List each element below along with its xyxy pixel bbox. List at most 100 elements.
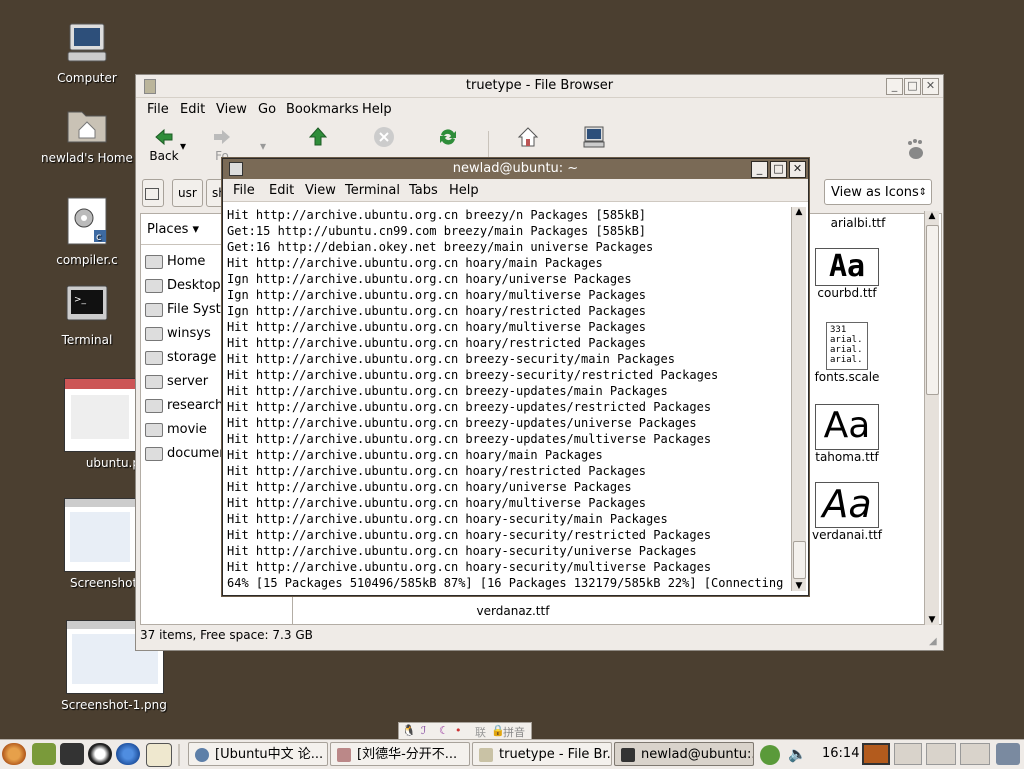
- menu-file[interactable]: File: [233, 183, 255, 198]
- terminal-line: Hit http://archive.ubuntu.org.cn hoary/m…: [227, 496, 647, 510]
- desktop-icon-terminal[interactable]: >_ Terminal: [32, 284, 142, 347]
- place-research[interactable]: research: [145, 398, 223, 413]
- view-as-select[interactable]: View as Icons ⇕: [824, 179, 932, 205]
- c-source-file-icon: c: [32, 196, 142, 249]
- file-item[interactable]: verdanaz.ttf: [473, 604, 553, 618]
- taskbar-item-file-browser[interactable]: truetype - File Br...: [472, 742, 612, 766]
- scrollbar-thumb[interactable]: [926, 225, 939, 395]
- desktop-icon-computer[interactable]: Computer: [32, 22, 142, 85]
- terminal-title: newlad@ubuntu: ~: [452, 161, 579, 176]
- up-button[interactable]: [306, 125, 330, 149]
- menu-go[interactable]: Go: [258, 102, 276, 117]
- penguin-icon[interactable]: 🐧: [402, 724, 416, 737]
- terminal-line: Ign http://archive.ubuntu.org.cn hoary/u…: [227, 272, 632, 286]
- terminal-scrollbar[interactable]: ▲ ▼: [791, 207, 806, 591]
- menu-edit[interactable]: Edit: [180, 102, 205, 117]
- file-item[interactable]: Aa verdanai.ttf: [797, 482, 897, 542]
- file-item[interactable]: arialbi.ttf: [803, 216, 913, 230]
- menu-bookmarks[interactable]: Bookmarks: [286, 102, 359, 117]
- place-server[interactable]: server: [145, 374, 208, 389]
- icon-view-scrollbar[interactable]: ▲ ▼: [924, 211, 939, 625]
- window-titlebar[interactable]: truetype - File Browser _ □ ✕: [136, 75, 943, 98]
- place-home[interactable]: Home: [145, 254, 205, 269]
- bottom-panel: [Ubuntu中文 论... [刘德华-分开不... truetype - Fi…: [0, 739, 1024, 769]
- update-notifier-icon[interactable]: [760, 745, 780, 765]
- places-dropdown[interactable]: Places ▾: [147, 222, 199, 237]
- menu-terminal[interactable]: Terminal: [345, 183, 400, 198]
- terminal-line: Hit http://archive.ubuntu.org.cn breezy-…: [227, 384, 668, 398]
- place-movie[interactable]: movie: [145, 422, 207, 437]
- terminal-line: Hit http://archive.ubuntu.org.cn hoary/r…: [227, 336, 647, 350]
- back-history-dropdown[interactable]: ▾: [180, 139, 186, 153]
- taskbar-item-terminal[interactable]: newlad@ubuntu:...: [614, 742, 754, 766]
- workspace-1[interactable]: [862, 743, 890, 765]
- drive-icon: [145, 350, 163, 365]
- menu-tabs[interactable]: Tabs: [409, 183, 438, 198]
- file-item[interactable]: Aa courbd.ttf: [797, 248, 897, 300]
- resize-grip[interactable]: ◢: [929, 636, 941, 648]
- ime-lock-icon[interactable]: •: [455, 724, 462, 737]
- ime-mode-icon[interactable]: ℐ: [421, 724, 426, 737]
- image-thumbnail-icon: [64, 378, 136, 452]
- maximize-button[interactable]: □: [904, 78, 921, 95]
- menu-edit[interactable]: Edit: [269, 183, 294, 198]
- scrollbar-thumb[interactable]: [793, 541, 806, 579]
- minimize-button[interactable]: _: [886, 78, 903, 95]
- file-item[interactable]: Aa tahoma.ttf: [797, 404, 897, 464]
- ime-link-toggle[interactable]: 联: [475, 724, 486, 740]
- terminal-output[interactable]: Hit http://archive.ubuntu.org.cn breezy/…: [227, 207, 787, 593]
- toolbar-separator: [488, 131, 489, 161]
- terminal-titlebar[interactable]: newlad@ubuntu: ~ _ □ ✕: [223, 159, 808, 179]
- computer-button[interactable]: [582, 125, 606, 149]
- place-winsys[interactable]: winsys: [145, 326, 211, 341]
- scroll-down-arrow[interactable]: ▼: [925, 615, 939, 625]
- screenshot-launcher-icon[interactable]: [146, 743, 172, 767]
- back-button[interactable]: Back: [144, 125, 184, 163]
- home-button[interactable]: [516, 125, 540, 149]
- menubar: File Edit View Go Bookmarks Help: [136, 98, 943, 120]
- reload-button[interactable]: [436, 125, 460, 149]
- window-title: truetype - File Browser: [465, 78, 614, 93]
- menu-view[interactable]: View: [216, 102, 247, 117]
- scroll-down-arrow[interactable]: ▼: [792, 581, 806, 591]
- scroll-up-arrow[interactable]: ▲: [925, 211, 939, 223]
- scroll-up-arrow[interactable]: ▲: [792, 207, 806, 219]
- menu-view[interactable]: View: [305, 183, 336, 198]
- browser-launcher-icon[interactable]: [116, 743, 140, 765]
- maximize-button[interactable]: □: [770, 161, 787, 178]
- qq-launcher-icon[interactable]: [88, 743, 112, 765]
- minimize-button[interactable]: _: [751, 161, 768, 178]
- place-storage[interactable]: storage: [145, 350, 216, 365]
- place-document[interactable]: document: [145, 446, 233, 461]
- desktop-icon-home[interactable]: newlad's Home: [32, 104, 142, 165]
- taskbar-item-music[interactable]: [刘德华-分开不...: [330, 742, 470, 766]
- trash-icon[interactable]: [996, 743, 1020, 765]
- close-button[interactable]: ✕: [922, 78, 939, 95]
- terminal-launcher-icon[interactable]: [60, 743, 84, 765]
- file-item[interactable]: 331 arial. arial. arial. fonts.scale: [797, 322, 897, 384]
- books-launcher-icon[interactable]: [32, 743, 56, 765]
- volume-icon[interactable]: 🔈: [788, 745, 807, 763]
- path-button-usr[interactable]: usr: [172, 179, 203, 207]
- ime-moon-icon[interactable]: ☾: [439, 724, 449, 737]
- stop-button[interactable]: [372, 125, 396, 149]
- clock[interactable]: 16:14: [822, 746, 859, 761]
- workspace-4[interactable]: [960, 743, 990, 765]
- workspace-2[interactable]: [894, 743, 922, 765]
- ubuntu-menu-icon[interactable]: [2, 743, 26, 765]
- desktop-icon-compiler[interactable]: c compiler.c: [32, 196, 142, 267]
- file-label: courbd.ttf: [817, 286, 877, 300]
- file-label: arialbi.ttf: [830, 216, 886, 230]
- path-toggle-button[interactable]: [142, 179, 164, 207]
- ime-pinyin-label[interactable]: 拼音: [503, 724, 525, 740]
- menu-help[interactable]: Help: [449, 183, 479, 198]
- forward-history-dropdown[interactable]: ▾: [260, 139, 266, 153]
- workspace-3[interactable]: [926, 743, 956, 765]
- place-desktop[interactable]: Desktop: [145, 278, 221, 293]
- font-file-icon: Aa: [815, 482, 879, 528]
- menu-help[interactable]: Help: [362, 102, 392, 117]
- taskbar-item-forum[interactable]: [Ubuntu中文 论...: [188, 742, 328, 766]
- close-button[interactable]: ✕: [789, 161, 806, 178]
- drive-icon: [145, 422, 163, 437]
- menu-file[interactable]: File: [147, 102, 169, 117]
